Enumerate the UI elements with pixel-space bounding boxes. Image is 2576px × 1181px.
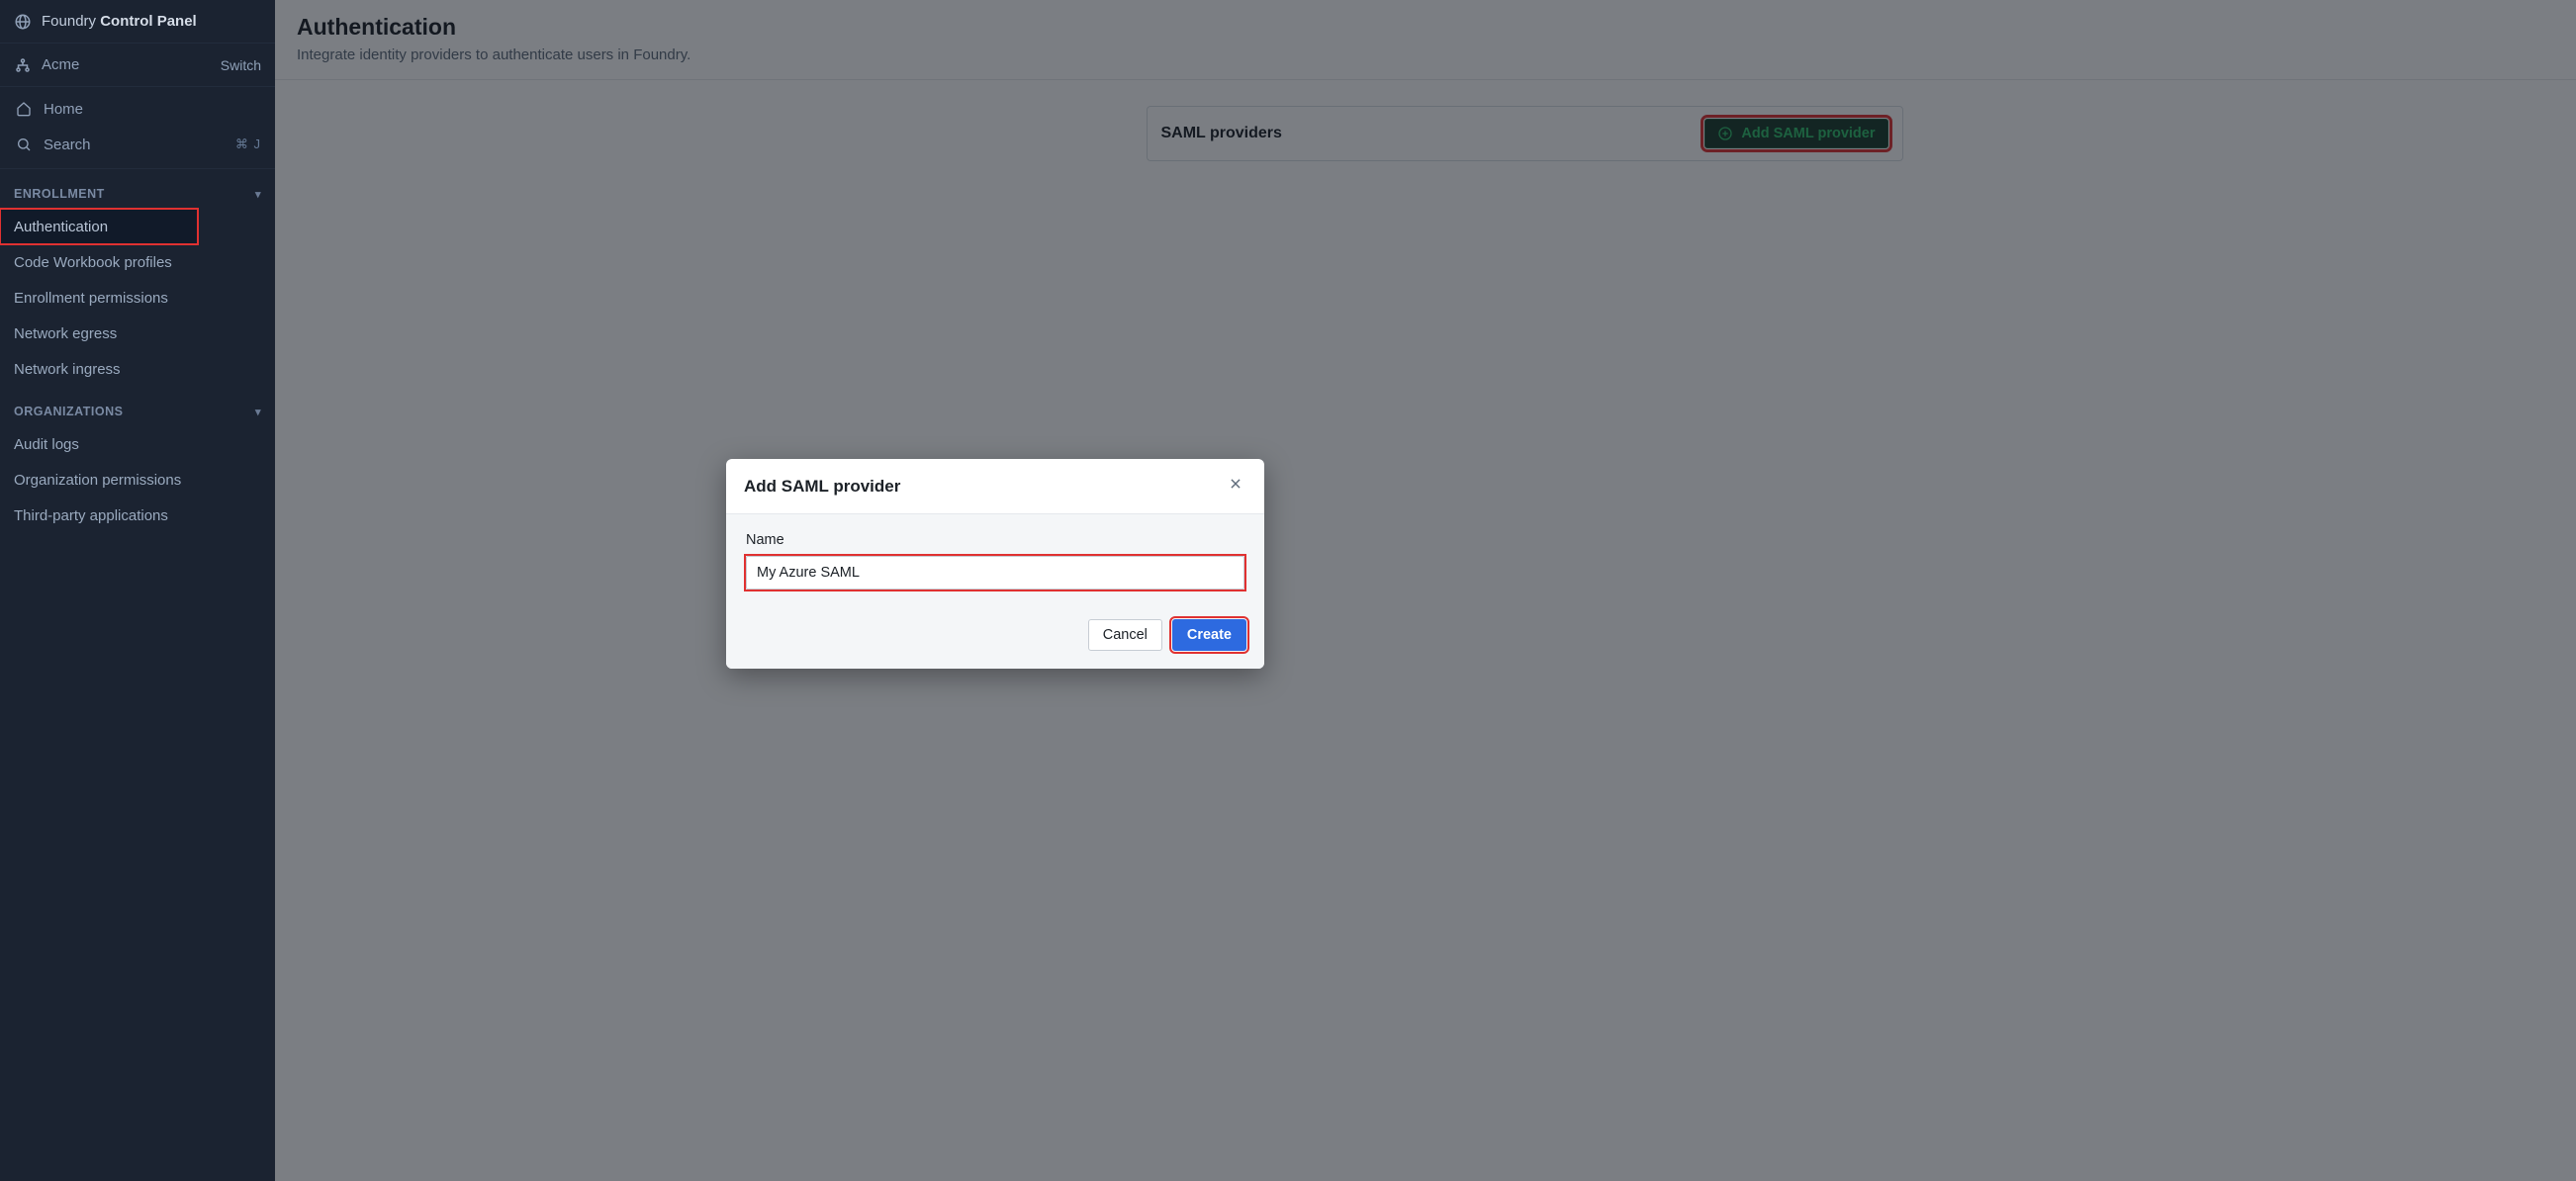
sidebar-item-label: Audit logs	[14, 436, 79, 453]
sidebar-item-enrollment-permissions[interactable]: Enrollment permissions	[0, 280, 275, 316]
org-name: Acme	[42, 56, 79, 73]
section-title-organizations: ORGANIZATIONS	[14, 405, 123, 418]
switch-org-link[interactable]: Switch	[221, 57, 261, 73]
section-title-enrollment: ENROLLMENT	[14, 187, 105, 201]
chevron-down-icon: ▾	[255, 406, 261, 418]
nav-home-label: Home	[44, 101, 83, 118]
sidebar-item-label: Network ingress	[14, 361, 121, 378]
close-icon[interactable]	[1225, 473, 1246, 500]
section-header-enrollment[interactable]: ENROLLMENT ▾	[0, 169, 275, 209]
home-icon	[14, 101, 34, 117]
nav-search-label: Search	[44, 136, 91, 153]
sidebar-item-label: Enrollment permissions	[14, 290, 168, 307]
dialog-title: Add SAML provider	[744, 477, 900, 497]
dialog-header: Add SAML provider	[726, 459, 1264, 514]
brand-bold: Control Panel	[100, 13, 197, 30]
sidebar-item-network-egress[interactable]: Network egress	[0, 316, 275, 351]
dialog-footer: Cancel Create	[726, 615, 1264, 669]
sidebar-item-third-party-applications[interactable]: Third-party applications	[0, 498, 275, 533]
primary-nav: Home Search ⌘ J	[0, 87, 275, 169]
main: Authentication Integrate identity provid…	[275, 0, 2576, 1181]
nav-home[interactable]: Home	[0, 91, 275, 127]
nav-search[interactable]: Search ⌘ J	[0, 127, 275, 162]
brand-row: Foundry Control Panel	[0, 0, 275, 44]
sidebar-item-label: Third-party applications	[14, 507, 168, 524]
sidebar-item-network-ingress[interactable]: Network ingress	[0, 351, 275, 387]
chevron-down-icon: ▾	[255, 188, 261, 201]
name-input[interactable]	[746, 556, 1244, 590]
sidebar-item-organization-permissions[interactable]: Organization permissions	[0, 462, 275, 498]
sidebar-item-audit-logs[interactable]: Audit logs	[0, 426, 275, 462]
cancel-button[interactable]: Cancel	[1088, 619, 1162, 651]
sidebar-item-label: Organization permissions	[14, 472, 181, 489]
section-header-organizations[interactable]: ORGANIZATIONS ▾	[0, 387, 275, 426]
dialog-body: Name	[726, 514, 1264, 615]
add-saml-provider-dialog: Add SAML provider Name Cancel	[726, 459, 1264, 669]
sidebar-item-label: Network egress	[14, 325, 117, 342]
brand-text: Foundry Control Panel	[42, 13, 197, 30]
app-root: Foundry Control Panel Acme Switch	[0, 0, 2576, 1181]
name-field-label: Name	[746, 532, 1244, 548]
globe-icon	[14, 13, 32, 31]
sidebar-item-authentication[interactable]: Authentication	[0, 209, 198, 244]
search-icon	[14, 136, 34, 152]
brand-prefix: Foundry	[42, 13, 100, 30]
sidebar-item-label: Code Workbook profiles	[14, 254, 172, 271]
sidebar-item-label: Authentication	[14, 219, 108, 235]
org-row: Acme Switch	[0, 44, 275, 87]
search-shortcut: ⌘ J	[235, 136, 261, 152]
modal-overlay[interactable]	[275, 0, 2576, 1181]
org-icon	[14, 56, 32, 74]
sidebar: Foundry Control Panel Acme Switch	[0, 0, 275, 1181]
create-button[interactable]: Create	[1172, 619, 1246, 651]
sidebar-item-code-workbook-profiles[interactable]: Code Workbook profiles	[0, 244, 275, 280]
name-input-highlight	[746, 556, 1244, 590]
create-button-highlight: Create	[1172, 619, 1246, 651]
